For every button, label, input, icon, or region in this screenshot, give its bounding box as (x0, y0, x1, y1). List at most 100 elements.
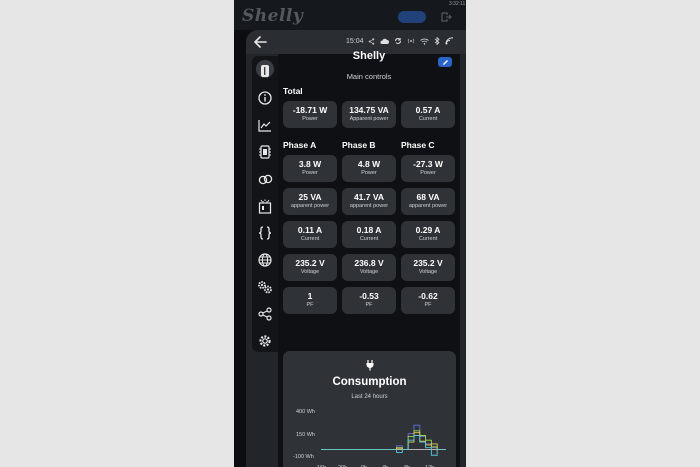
consumption-card[interactable]: Consumption Last 24 hours 400 Wh 150 Wh … (283, 351, 456, 467)
phase-a-voltage-card[interactable]: 235.2 V Voltage (283, 254, 337, 281)
phase-b-power-value: 4.8 W (357, 159, 381, 169)
device-subtitle: Main controls (346, 72, 392, 81)
sidebar-item-info[interactable] (252, 85, 278, 111)
phase-a-current-value: 0.11 A (297, 225, 323, 235)
total-line (321, 435, 446, 456)
total-apparent-power-card[interactable]: 134.75 VA Apparent power (342, 101, 396, 128)
phase-b-voltage-card[interactable]: 236.8 V Voltage (342, 254, 396, 281)
phase-b-voltage-value: 236.8 V (354, 258, 384, 268)
back-button[interactable] (252, 35, 268, 49)
phase-a-pf-label: PF (306, 302, 314, 308)
phase-b-apparent-power-label: apparent power (349, 203, 389, 209)
chart-icon (258, 119, 271, 132)
phase-c-voltage-card[interactable]: 235.2 V Voltage (401, 254, 455, 281)
phase-a-line (321, 424, 446, 451)
phase-b-voltage-label: Voltage (359, 269, 379, 275)
total-power-label: Power (302, 116, 318, 122)
script-icon (258, 226, 272, 240)
sidebar-item-advanced[interactable] (252, 274, 278, 300)
shelly-logo: Shelly (242, 6, 304, 26)
sidebar-item-schedules[interactable] (252, 193, 278, 219)
sidebar (252, 56, 278, 352)
advanced-settings-icon (258, 281, 272, 294)
phase-c-current-value: 0.29 A (415, 225, 441, 235)
sidebar-item-scripts[interactable] (252, 220, 278, 246)
phase-c-voltage-label: Voltage (418, 269, 438, 275)
sidebar-item-statistics[interactable] (252, 112, 278, 138)
phase-b-power-label: Power (361, 170, 377, 176)
phase-c-voltage-value: 235.2 V (413, 258, 443, 268)
phase-b-pf-label: PF (365, 302, 373, 308)
edit-button[interactable] (438, 57, 452, 67)
phase-b-current-value: 0.18 A (356, 225, 382, 235)
phase-b-current-label: Current (359, 236, 379, 242)
phase-b-current-card[interactable]: 0.18 A Current (342, 221, 396, 248)
phase-b-apparent-power-value: 41.7 VA (353, 192, 385, 202)
phase-a-pf-card[interactable]: 1 PF (283, 287, 337, 314)
phase-c-apparent-power-value: 68 VA (416, 192, 440, 202)
phase-a-voltage-label: Voltage (300, 269, 320, 275)
host-clock: 3:32:11 (449, 1, 466, 7)
firmware-icon (259, 145, 271, 159)
login-button[interactable] (398, 11, 426, 23)
phase-b-pf-value: -0.53 (359, 291, 379, 301)
phase-a-power-card[interactable]: 3.8 W Power (283, 155, 337, 182)
phase-b-pf-card[interactable]: -0.53 PF (342, 287, 396, 314)
host-header: Shelly 3:32:11 (234, 0, 466, 30)
phase-a-power-label: Power (302, 170, 318, 176)
phase-a-title: Phase A (283, 140, 317, 150)
phase-c-power-label: Power (420, 170, 436, 176)
phase-b-title: Phase B (342, 140, 376, 150)
phase-a-apparent-power-value: 25 VA (298, 192, 322, 202)
sidebar-item-device[interactable] (252, 58, 278, 84)
phase-a-current-card[interactable]: 0.11 A Current (283, 221, 337, 248)
total-current-value: 0.57 A (415, 105, 441, 115)
sync-icon (395, 38, 401, 44)
phase-a-power-value: 3.8 W (298, 159, 322, 169)
status-time: 15:04 (346, 38, 364, 45)
sidebar-item-firmware[interactable] (252, 139, 278, 165)
wifi-icon (420, 38, 429, 45)
sidebar-item-settings[interactable] (252, 328, 278, 354)
cloud-icon (380, 38, 389, 44)
phase-b-apparent-power-card[interactable]: 41.7 VA apparent power (342, 188, 396, 215)
schedule-icon (258, 199, 272, 214)
phase-c-pf-label: PF (424, 302, 432, 308)
settings-icon (259, 335, 271, 347)
bluetooth-icon (434, 37, 440, 45)
share-icon (258, 307, 272, 321)
phase-c-apparent-power-label: apparent power (408, 203, 448, 209)
share-icon (368, 37, 375, 45)
wifi-signal-icon (445, 37, 454, 45)
phase-c-pf-card[interactable]: -0.62 PF (401, 287, 455, 314)
sidebar-item-network[interactable] (252, 247, 278, 273)
total-power-card[interactable]: -18.71 W Power (283, 101, 337, 128)
pencil-icon (442, 59, 448, 65)
device-icon (261, 65, 269, 77)
phase-c-line (321, 432, 446, 451)
info-icon (258, 91, 272, 105)
exit-icon[interactable] (440, 10, 452, 22)
total-apparent-power-label: Apparent power (349, 116, 389, 122)
phase-c-apparent-power-card[interactable]: 68 VA apparent power (401, 188, 455, 215)
phase-a-apparent-power-card[interactable]: 25 VA apparent power (283, 188, 337, 215)
sidebar-item-actions[interactable] (252, 166, 278, 192)
phase-c-current-card[interactable]: 0.29 A Current (401, 221, 455, 248)
phase-c-current-label: Current (418, 236, 438, 242)
device-name: Shelly (352, 50, 386, 62)
main-controls-panel: Shelly Main controls Total -18.71 W Powe… (278, 50, 460, 467)
sidebar-item-sharing[interactable] (252, 301, 278, 327)
phase-b-line (321, 430, 446, 451)
phase-c-power-card[interactable]: -27.3 W Power (401, 155, 455, 182)
total-power-value: -18.71 W (292, 105, 328, 115)
total-current-label: Current (418, 116, 438, 122)
app-window: 15:04 Shelly Main controls Total -18.71 … (246, 30, 466, 467)
total-title: Total (283, 86, 303, 96)
link-icon (258, 174, 272, 184)
total-current-card[interactable]: 0.57 A Current (401, 101, 455, 128)
phase-a-current-label: Current (300, 236, 320, 242)
consumption-chart[interactable] (283, 351, 456, 467)
status-icons (368, 37, 454, 45)
phase-a-apparent-power-label: apparent power (290, 203, 330, 209)
phase-b-power-card[interactable]: 4.8 W Power (342, 155, 396, 182)
